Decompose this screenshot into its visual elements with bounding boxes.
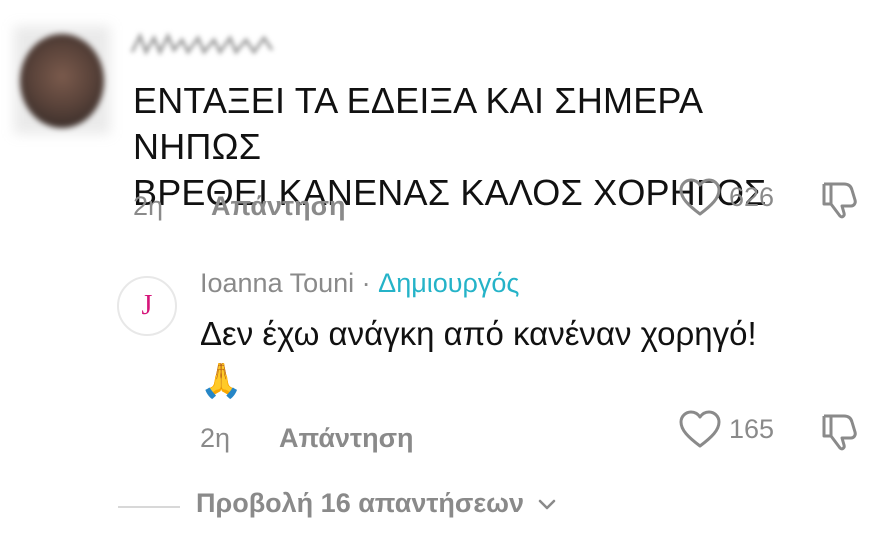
comment-reply-button[interactable]: Απάντηση (211, 191, 346, 222)
author-separator: · (354, 268, 379, 298)
like-count: 626 (729, 182, 775, 212)
avatar[interactable] (20, 34, 104, 128)
view-replies-button[interactable]: Προβολή 16 απαντήσεων (196, 488, 556, 519)
chevron-down-icon (538, 499, 555, 510)
reply-reply-button[interactable]: Απάντηση (279, 423, 414, 454)
creator-avatar-logo: J (141, 290, 153, 321)
like-button[interactable] (678, 178, 722, 218)
thumbs-down-icon (822, 414, 857, 451)
praying-hands-emoji: 🙏 (200, 362, 243, 400)
comment-time: 2η (133, 191, 164, 221)
reply-time: 2η (200, 423, 231, 453)
reply-text-body: Δεν έχω ανάγκη από κανέναν χορηγό! (200, 315, 757, 352)
heart-icon (679, 410, 721, 448)
reply-dislike-button[interactable] (818, 410, 862, 452)
view-replies-label: Προβολή 16 απαντήσεων (196, 488, 524, 518)
username-blurred[interactable] (128, 30, 278, 60)
comment-text-line-1: ΕΝΤΑΞΕΙ ΤΑ ΕΔΕΙΞΑ ΚΑΙ ΣΗΜΕΡΑ ΝΗΠΩΣ (133, 80, 702, 167)
dislike-button[interactable] (818, 178, 862, 220)
view-replies-divider (118, 506, 180, 508)
reply-text: Δεν έχω ανάγκη από κανέναν χορηγό! 🙏 (200, 312, 850, 404)
heart-icon (679, 178, 721, 216)
creator-badge: Δημιουργός (378, 268, 520, 298)
reply-author-line: Ioanna Touni · Δημιουργός (200, 268, 519, 299)
reply-like-count: 165 (729, 414, 775, 444)
comments-panel: ΕΝΤΑΞΕΙ ΤΑ ΕΔΕΙΞΑ ΚΑΙ ΣΗΜΕΡΑ ΝΗΠΩΣ ΒΡΕΘΕ… (0, 0, 880, 540)
reply-author-name[interactable]: Ioanna Touni (200, 268, 354, 298)
reply-like-button[interactable] (678, 410, 722, 450)
thumbs-down-icon (822, 182, 857, 219)
